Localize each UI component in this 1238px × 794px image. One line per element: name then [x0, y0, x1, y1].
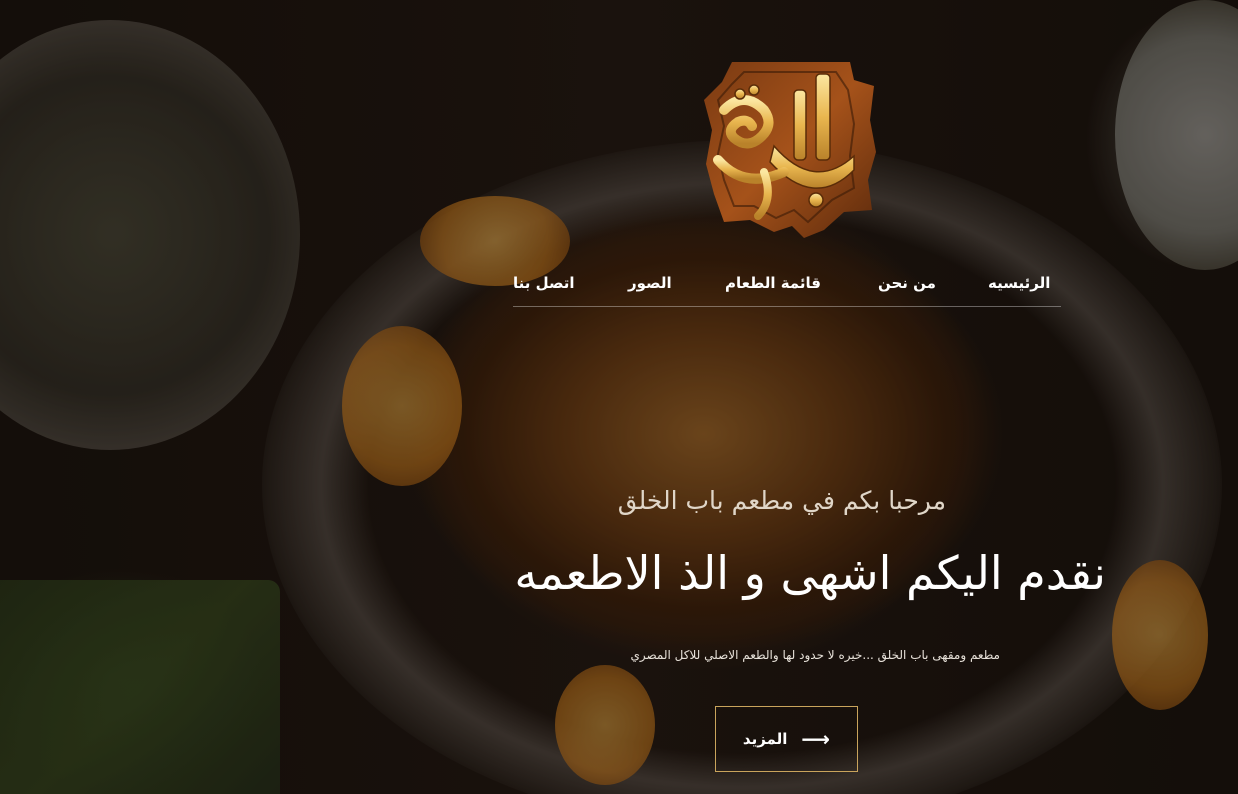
nav-item-gallery[interactable]: الصور — [628, 274, 672, 292]
hero-subtitle: مطعم ومقهى باب الخلق ...خيره لا حدود لها… — [630, 648, 1001, 662]
hero-headline: نقدم اليكم اشهى و الذ الاطعمه — [514, 546, 1106, 600]
welcome-text: مرحبا بكم في مطعم باب الخلق — [617, 486, 946, 515]
restaurant-logo[interactable] — [704, 60, 876, 238]
hero-section: الرئيسيه من نحن قائمة الطعام الصور اتصل … — [0, 0, 1238, 794]
arrow-right-icon: ⟶ — [801, 727, 831, 751]
more-button[interactable]: المزيد ⟶ — [715, 706, 858, 772]
dark-overlay — [0, 0, 1238, 794]
nav-item-menu[interactable]: قائمة الطعام — [725, 274, 821, 292]
more-button-label: المزيد — [742, 730, 788, 748]
main-nav: الرئيسيه من نحن قائمة الطعام الصور اتصل … — [513, 266, 1061, 307]
nav-item-about[interactable]: من نحن — [878, 274, 936, 292]
nav-item-contact[interactable]: اتصل بنا — [513, 274, 575, 292]
restaurant-logo-icon — [704, 62, 876, 238]
nav-item-home[interactable]: الرئيسيه — [988, 274, 1050, 292]
